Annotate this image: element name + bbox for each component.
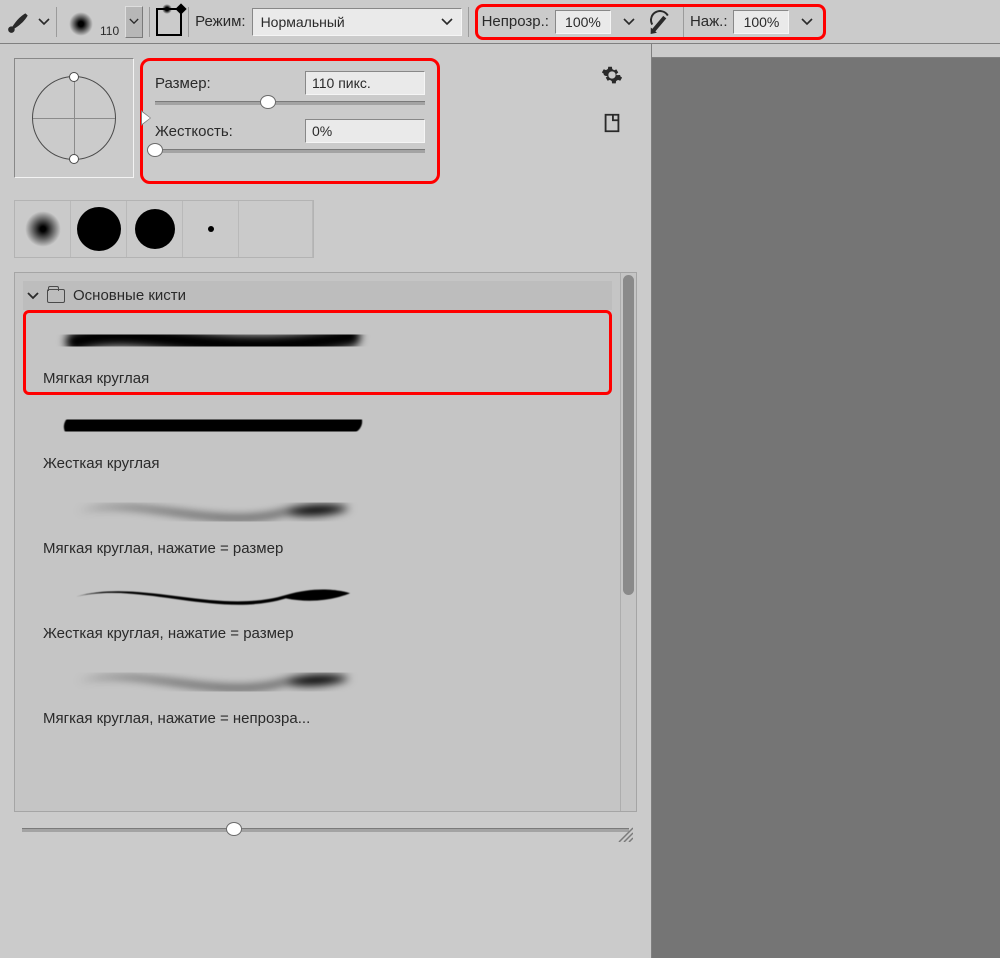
brush-stroke-preview <box>43 316 383 364</box>
arrow-right-icon <box>141 110 151 126</box>
document-area <box>652 44 1000 958</box>
brush-item-label: Мягкая круглая <box>43 370 608 387</box>
chevron-down-icon <box>441 18 453 26</box>
recent-brush-strip <box>14 200 314 258</box>
brush-panel-toggle-icon[interactable] <box>156 9 182 35</box>
size-label: Размер: <box>155 75 211 92</box>
hardness-slider[interactable] <box>155 149 425 153</box>
size-hardness-highlight: Размер: 110 пикс. Жесткость: 0% <box>140 58 440 184</box>
canvas[interactable] <box>652 58 1000 958</box>
gear-icon[interactable] <box>601 64 623 86</box>
blend-mode-label: Режим: <box>195 13 245 30</box>
hardness-label: Жесткость: <box>155 123 233 140</box>
size-input[interactable]: 110 пикс. <box>305 71 425 95</box>
brush-picker-dropdown[interactable] <box>125 6 143 38</box>
divider <box>683 7 684 37</box>
brush-tip-angle-widget[interactable] <box>14 58 134 178</box>
preview-size-slider[interactable] <box>22 828 629 832</box>
divider <box>56 7 57 37</box>
hardness-input[interactable]: 0% <box>305 119 425 143</box>
flow-input[interactable]: 100% <box>733 10 789 34</box>
brush-group-title: Основные кисти <box>73 287 186 304</box>
flow-label: Наж.: <box>690 13 728 30</box>
blend-mode-value: Нормальный <box>261 14 345 30</box>
brush-list-item[interactable]: Жесткая круглая <box>23 395 612 480</box>
brush-stroke-preview <box>43 486 383 534</box>
brush-item-label: Жесткая круглая <box>43 455 608 472</box>
recent-brush-item[interactable] <box>71 201 127 257</box>
brush-size-indicator: 110 <box>100 24 119 38</box>
brush-preset-preview[interactable]: 110 <box>63 4 119 40</box>
opacity-label: Непрозр.: <box>482 13 549 30</box>
brush-item-label: Мягкая круглая, нажатие = непрозра... <box>43 710 608 727</box>
recent-brush-empty <box>239 201 313 257</box>
divider <box>468 7 469 37</box>
new-preset-icon[interactable] <box>601 112 623 134</box>
opacity-input[interactable]: 100% <box>555 10 611 34</box>
brush-list-item[interactable]: Жесткая круглая, нажатие = размер <box>23 565 612 650</box>
flow-dropdown[interactable] <box>795 10 819 34</box>
options-toolbar: 110 Режим: Нормальный Непрозр.: 100% Наж… <box>0 0 1000 44</box>
brush-list: Основные кисти Мягкая круглая Жесткая кр… <box>15 273 620 811</box>
brush-list-item[interactable]: Мягкая круглая, нажатие = размер <box>23 480 612 565</box>
pressure-opacity-icon[interactable] <box>647 7 677 37</box>
tool-preset-dropdown[interactable] <box>38 18 50 26</box>
opacity-flow-highlight: Непрозр.: 100% Наж.: 100% <box>475 4 827 40</box>
brush-tool-icon[interactable] <box>6 9 32 35</box>
divider <box>188 7 189 37</box>
chevron-down-icon <box>27 292 39 300</box>
size-slider[interactable] <box>155 101 425 105</box>
brush-item-label: Жесткая круглая, нажатие = размер <box>43 625 608 642</box>
brush-picker-panel: Размер: 110 пикс. Жесткость: 0% <box>0 44 652 958</box>
brush-list-item[interactable]: Мягкая круглая <box>23 310 612 395</box>
recent-brush-item[interactable] <box>183 201 239 257</box>
opacity-dropdown[interactable] <box>617 10 641 34</box>
brush-list-item[interactable]: Мягкая круглая, нажатие = непрозра... <box>23 650 612 735</box>
scrollbar[interactable] <box>620 273 636 811</box>
divider <box>149 7 150 37</box>
folder-icon <box>47 289 65 303</box>
brush-stroke-preview <box>43 571 383 619</box>
brush-group-header[interactable]: Основные кисти <box>23 281 612 310</box>
brush-item-label: Мягкая круглая, нажатие = размер <box>43 540 608 557</box>
resize-grip-icon[interactable] <box>615 824 633 842</box>
blend-mode-select[interactable]: Нормальный <box>252 8 462 36</box>
brush-stroke-preview <box>43 401 383 449</box>
brush-stroke-preview <box>43 656 383 704</box>
recent-brush-item[interactable] <box>127 201 183 257</box>
recent-brush-item[interactable] <box>15 201 71 257</box>
